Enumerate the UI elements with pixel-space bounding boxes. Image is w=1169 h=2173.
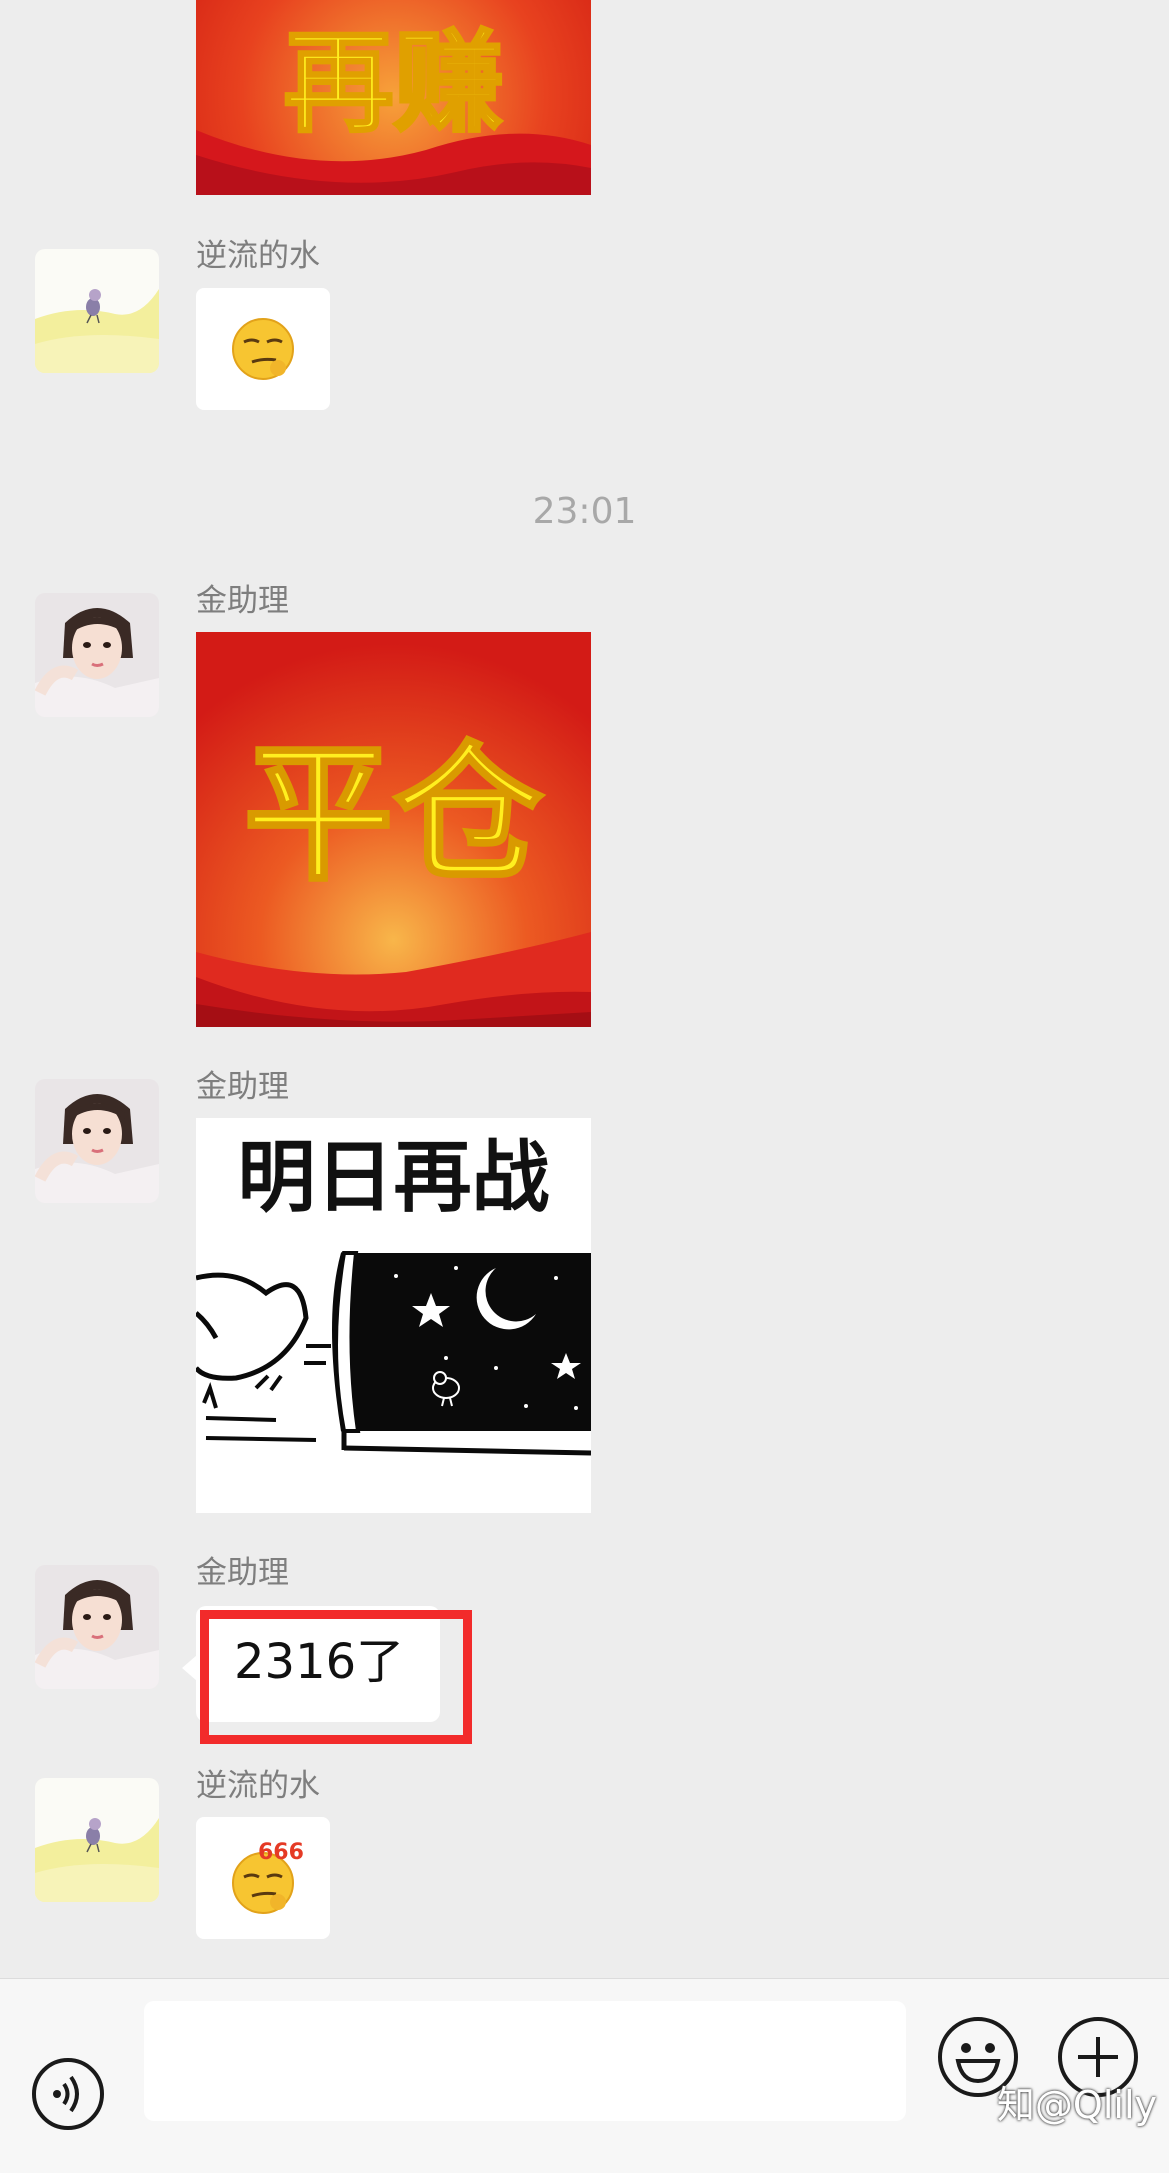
emoji-666-label: 666 xyxy=(258,1840,304,1865)
smirk-face-icon xyxy=(232,318,294,380)
sender-name: 金助理 xyxy=(196,583,289,619)
sender-name: 金助理 xyxy=(196,1555,289,1591)
sticker-text: 明日再战 xyxy=(237,1133,550,1223)
emoji-message[interactable]: 666 xyxy=(196,1817,330,1939)
emoji-message[interactable] xyxy=(196,288,330,410)
voice-button[interactable] xyxy=(31,2057,105,2131)
highlight-box xyxy=(200,1610,472,1744)
input-bar xyxy=(0,1978,1169,2173)
avatar[interactable] xyxy=(35,249,159,373)
sender-name: 逆流的水 xyxy=(196,1768,320,1804)
sticker-text: 再赚 xyxy=(282,18,505,149)
sticker-message[interactable]: 再赚 xyxy=(196,0,591,195)
timestamp: 23:01 xyxy=(532,491,637,532)
watermark-text: @Qlily xyxy=(1034,2083,1157,2127)
message-input[interactable] xyxy=(144,2001,906,2121)
avatar[interactable] xyxy=(35,1079,159,1203)
avatar[interactable] xyxy=(35,593,159,717)
sender-name: 金助理 xyxy=(196,1069,289,1105)
avatar[interactable] xyxy=(35,1778,159,1902)
sticker-message[interactable]: 平仓 xyxy=(196,632,591,1027)
smirk-face-666-icon xyxy=(232,1852,294,1914)
avatar[interactable] xyxy=(35,1565,159,1689)
voice-icon xyxy=(32,2058,104,2130)
sender-name: 逆流的水 xyxy=(196,238,320,274)
sticker-message[interactable]: 明日再战 xyxy=(196,1118,591,1513)
chat-area: 再赚 逆流的水 23:01 金助理 平仓 金助理 明日再战 金助理 2316了 … xyxy=(0,0,1169,1978)
watermark: 知@Qlily xyxy=(997,2082,1157,2128)
zhihu-logo-icon: 知 xyxy=(996,2083,1035,2127)
sticker-text: 平仓 xyxy=(242,728,545,902)
bubble-tail xyxy=(182,1655,197,1681)
